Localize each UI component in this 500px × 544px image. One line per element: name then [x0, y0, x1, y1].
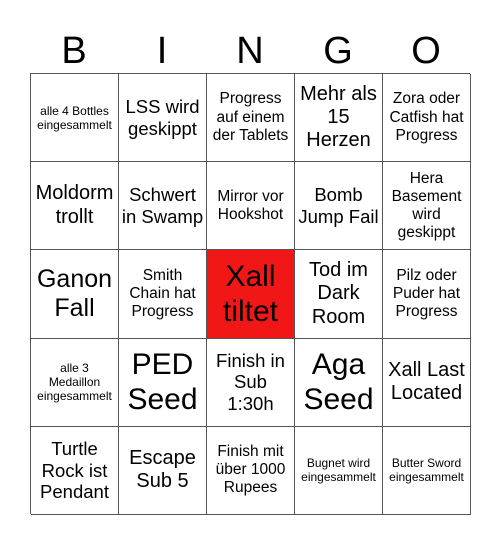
- header-letter-n: N: [236, 30, 264, 72]
- bingo-cell[interactable]: Moldorm trollt: [31, 162, 119, 251]
- bingo-cell[interactable]: Bugnet wird eingesammelt: [295, 426, 383, 515]
- bingo-cell[interactable]: Butter Sword eingesammelt: [383, 426, 471, 515]
- header-letter-o: O: [411, 30, 441, 72]
- bingo-cell[interactable]: Xall Last Located: [383, 338, 471, 427]
- bingo-cell[interactable]: alle 4 Bottles eingesammelt: [31, 74, 119, 163]
- bingo-cell[interactable]: Pilz oder Puder hat Progress: [383, 250, 471, 339]
- bingo-cell[interactable]: Mirror vor Hookshot: [207, 162, 295, 251]
- bingo-header: B I N G O: [30, 30, 470, 73]
- bingo-cell[interactable]: Smith Chain hat Progress: [119, 250, 207, 339]
- header-letter-g: G: [323, 30, 353, 72]
- header-letter-i: I: [156, 30, 168, 72]
- bingo-cell[interactable]: Progress auf einem der Tablets: [207, 74, 295, 163]
- header-letter-b: B: [61, 30, 87, 72]
- bingo-cell[interactable]: PED Seed: [119, 338, 207, 427]
- bingo-cell[interactable]: Zora oder Catfish hat Progress: [383, 74, 471, 163]
- bingo-card: alle 4 Bottles eingesammelt LSS wird ges…: [30, 73, 471, 515]
- bingo-cell[interactable]: Mehr als 15 Herzen: [295, 74, 383, 163]
- bingo-cell[interactable]: Aga Seed: [295, 338, 383, 427]
- bingo-cell[interactable]: Bomb Jump Fail: [295, 162, 383, 251]
- bingo-cell[interactable]: LSS wird geskippt: [119, 74, 207, 163]
- bingo-cell[interactable]: Finish in Sub 1:30h: [207, 338, 295, 427]
- bingo-cell[interactable]: Ganon Fall: [31, 250, 119, 339]
- bingo-cell[interactable]: alle 3 Medaillon eingesammelt: [31, 338, 119, 427]
- bingo-cell[interactable]: Finish mit über 1000 Rupees: [207, 426, 295, 515]
- free-space[interactable]: Xall tiltet: [207, 250, 295, 339]
- bingo-cell[interactable]: Turtle Rock ist Pendant: [31, 426, 119, 515]
- bingo-cell[interactable]: Escape Sub 5: [119, 426, 207, 515]
- bingo-cell[interactable]: Hera Basement wird geskippt: [383, 162, 471, 251]
- bingo-cell[interactable]: Tod im Dark Room: [295, 250, 383, 339]
- bingo-cell[interactable]: Schwert in Swamp: [119, 162, 207, 251]
